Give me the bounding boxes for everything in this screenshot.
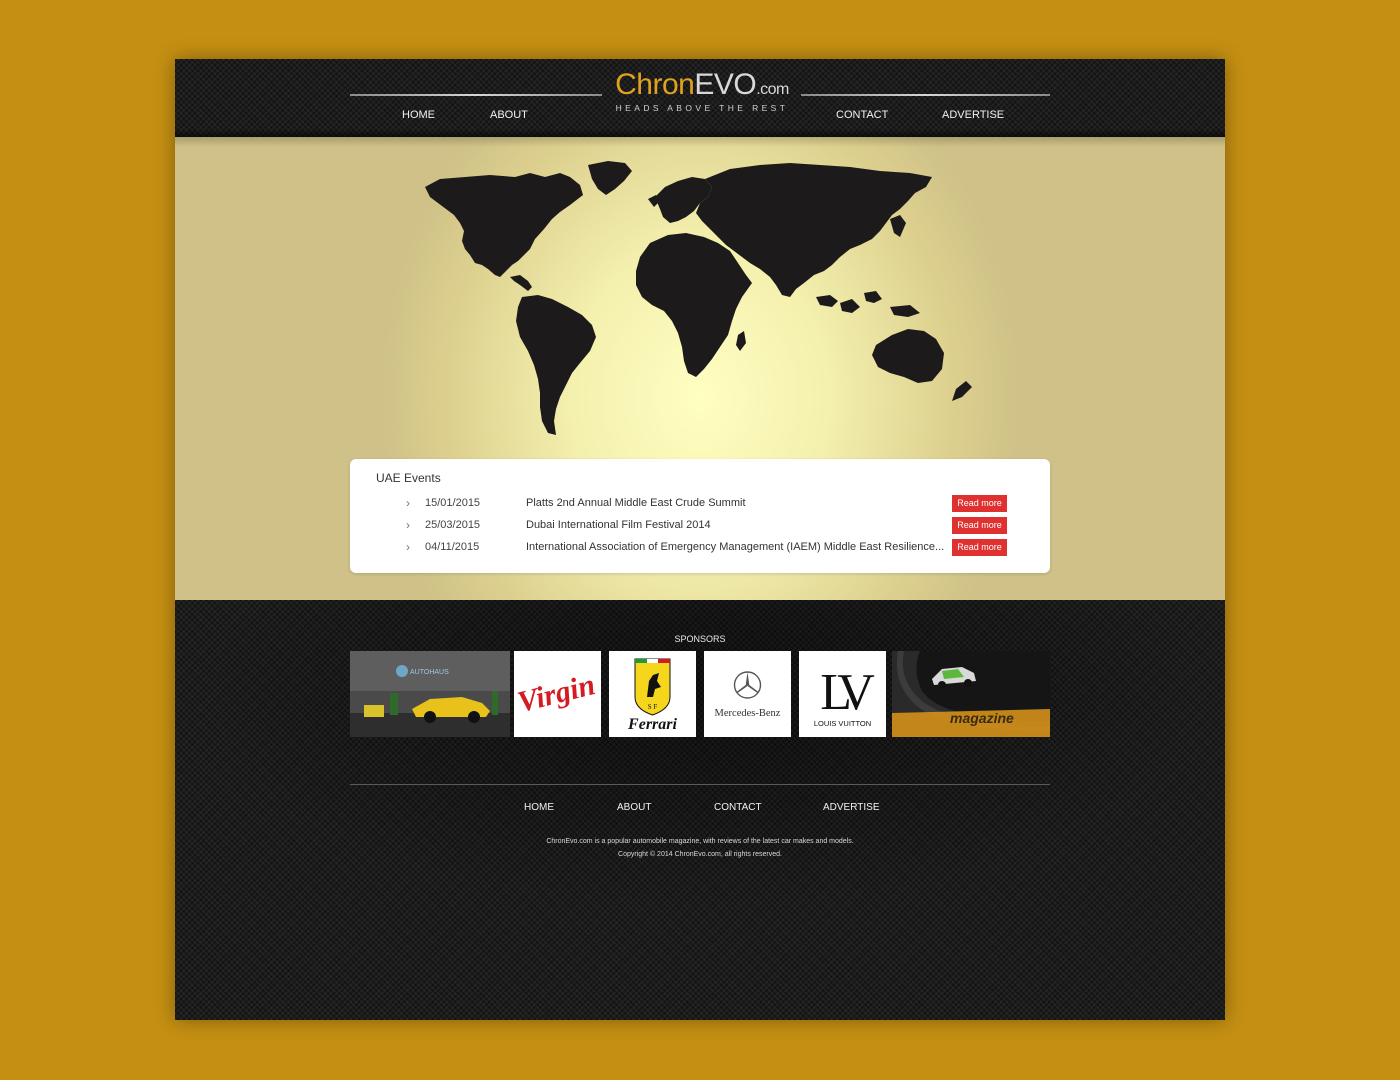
world-map-image [425,161,972,435]
logo-tagline: HEADS ABOVE THE REST [615,103,789,113]
logo-com-text: .com [756,81,789,98]
header-rule-left [350,94,602,96]
footer-nav-advertise[interactable]: ADVERTISE [823,802,880,813]
header: ChronEVO.com HEADS ABOVE THE REST HOME A… [175,59,1225,137]
south-america-shape [516,295,596,435]
site-logo[interactable]: ChronEVO.com HEADS ABOVE THE REST [612,68,792,113]
magazine-text: magazine [950,710,1014,726]
ferrari-badge-text: S F [648,703,658,711]
australia-shape [872,329,944,383]
mercedes-benz-logo-icon: Mercedes-Benz [715,671,781,719]
autohaus-sign-text: AUTOHAUS [410,669,449,676]
footer-nav-contact[interactable]: CONTACT [714,802,762,813]
header-rule-right [801,94,1050,96]
event-title[interactable]: International Association of Emergency M… [526,541,944,553]
sponsor-louis-vuitton[interactable]: LV LOUIS VUITTON [799,651,886,737]
sponsor-autohaus[interactable]: AUTOHAUS [350,651,510,737]
logo-evo-text: EVO [694,68,757,101]
mercedes-benz-wordmark: Mercedes-Benz [715,708,781,719]
event-title[interactable]: Platts 2nd Annual Middle East Crude Summ… [526,497,746,509]
north-america-shape [425,173,583,277]
nav-home[interactable]: HOME [402,109,435,121]
footer: SPONSORS AUTOHAUS Virgin S F Ferrari Mer… [175,600,1225,1020]
sponsor-ferrari[interactable]: S F Ferrari [609,651,696,737]
louis-vuitton-monogram: LV [820,664,874,721]
uae-events-panel: UAE Events › 15/01/2015 Platts 2nd Annua… [350,459,1050,573]
louis-vuitton-logo-icon: LV LOUIS VUITTON [814,664,884,728]
footer-divider [350,784,1050,785]
ferrari-logo-icon: S F Ferrari [627,658,678,733]
virgin-logo-icon: Virgin [514,668,598,719]
event-row: › 25/03/2015 Dubai International Film Fe… [350,517,1050,535]
chevron-right-icon: › [406,496,410,510]
event-date: 25/03/2015 [425,519,481,531]
logo-chron-text: Chron [615,68,695,101]
event-date: 15/01/2015 [425,497,481,509]
nav-contact[interactable]: CONTACT [836,109,888,121]
event-row: › 15/01/2015 Platts 2nd Annual Middle Ea… [350,495,1050,513]
event-title[interactable]: Dubai International Film Festival 2014 [526,519,711,531]
sponsors-label: SPONSORS [674,634,726,644]
website-frame: ChronEVO.com HEADS ABOVE THE REST HOME A… [175,59,1225,1020]
sponsor-virgin[interactable]: Virgin [514,651,601,737]
louis-vuitton-wordmark: LOUIS VUITTON [814,719,871,728]
footer-description: ChronEvo.com is a popular automobile mag… [546,838,854,845]
read-more-button[interactable]: Read more [952,517,1007,534]
read-more-button[interactable]: Read more [952,495,1007,512]
logo-wordmark: ChronEVO.com [612,68,792,107]
rally-car-magazine-image: magazine [892,651,1050,737]
event-date: 04/11/2015 [425,541,480,553]
sponsor-magazine[interactable]: magazine [892,651,1050,737]
greenland-shape [588,161,632,195]
event-row: › 04/11/2015 International Association o… [350,539,1050,557]
car-showroom-image: AUTOHAUS [350,651,510,737]
hero-shadow [175,137,1225,147]
footer-copyright: Copyright © 2014 ChronEvo.com, all right… [618,851,782,858]
nav-advertise[interactable]: ADVERTISE [942,109,1004,121]
footer-vignette [175,600,1225,1020]
nav-about[interactable]: ABOUT [490,109,528,121]
africa-shape [636,233,752,377]
chevron-right-icon: › [406,518,410,532]
read-more-button[interactable]: Read more [952,539,1007,556]
virgin-logo-text: Virgin [514,668,598,719]
footer-nav-about[interactable]: ABOUT [617,802,651,813]
ferrari-wordmark: Ferrari [627,716,677,733]
chevron-right-icon: › [406,540,410,554]
header-shadow [175,129,1225,137]
footer-nav-home[interactable]: HOME [524,802,554,813]
hero-banner: UAE Events › 15/01/2015 Platts 2nd Annua… [175,137,1225,600]
sponsor-mercedes-benz[interactable]: Mercedes-Benz [704,651,791,737]
events-title: UAE Events [376,471,441,485]
